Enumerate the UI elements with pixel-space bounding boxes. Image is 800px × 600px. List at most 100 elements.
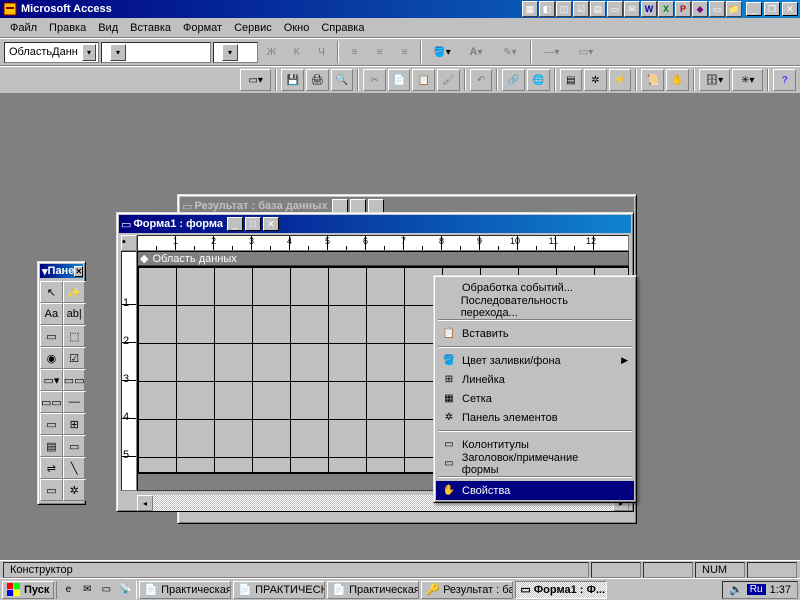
fill-color-button[interactable]: 🪣▾ bbox=[426, 41, 458, 63]
tray-icon[interactable]: ▭ bbox=[607, 1, 623, 17]
chevron-down-icon[interactable]: ▾ bbox=[222, 44, 238, 61]
chevron-down-icon[interactable]: ▾ bbox=[110, 44, 126, 61]
field-list-button[interactable]: ▤ bbox=[560, 69, 583, 91]
taskbar-task[interactable]: 🔑Результат : ба... bbox=[421, 581, 513, 599]
toolbox-titlebar[interactable]: ▾ Пане ✕ bbox=[40, 264, 83, 278]
menu-insert[interactable]: Вставка bbox=[124, 20, 177, 36]
tool-19[interactable]: ✲ bbox=[63, 479, 86, 501]
copy-button[interactable]: 📄 bbox=[388, 69, 411, 91]
taskbar-task[interactable]: 📄ПРАКТИЧЕСК... bbox=[233, 581, 325, 599]
tray-icon[interactable]: ✉ bbox=[624, 1, 640, 17]
menu-edit[interactable]: Правка bbox=[43, 20, 92, 36]
line-width-button[interactable]: —▾ bbox=[536, 41, 568, 63]
tray-icon[interactable]: ◆ bbox=[692, 1, 708, 17]
align-right-button[interactable]: ≡ bbox=[393, 41, 416, 63]
tool-12[interactable]: ▭ bbox=[40, 413, 63, 435]
form-maximize-button[interactable]: □ bbox=[245, 217, 261, 231]
tool-8[interactable]: ▭▾ bbox=[40, 369, 63, 391]
tool-9[interactable]: ▭▭ bbox=[63, 369, 86, 391]
tool-17[interactable]: ╲ bbox=[63, 457, 86, 479]
tool-7[interactable]: ☑ bbox=[63, 347, 86, 369]
chevron-down-icon[interactable]: ▾ bbox=[82, 44, 96, 61]
context-menu-item[interactable]: ✲Панель элементов bbox=[436, 408, 634, 427]
tray-icon[interactable]: ☑ bbox=[573, 1, 589, 17]
save-button[interactable]: 💾 bbox=[281, 69, 304, 91]
bold-button[interactable]: Ж bbox=[260, 41, 283, 63]
db-close-button[interactable]: ✕ bbox=[368, 199, 384, 213]
tool-6[interactable]: ◉ bbox=[40, 347, 63, 369]
code-button[interactable]: 📜 bbox=[641, 69, 664, 91]
tool-0[interactable]: ↖ bbox=[40, 281, 63, 303]
tray-icon[interactable]: ▭ bbox=[709, 1, 725, 17]
view-button[interactable]: ▭▾ bbox=[240, 69, 271, 91]
channels-icon[interactable]: 📡 bbox=[116, 582, 134, 598]
vertical-ruler[interactable]: 12 34 5 bbox=[121, 251, 137, 491]
start-button[interactable]: Пуск bbox=[2, 581, 54, 599]
selector-box[interactable]: ▪ bbox=[121, 235, 137, 251]
font-color-button[interactable]: A▾ bbox=[460, 41, 492, 63]
italic-button[interactable]: К bbox=[285, 41, 308, 63]
context-menu-item[interactable]: Последовательность перехода... bbox=[436, 297, 634, 316]
tool-11[interactable]: — bbox=[63, 391, 86, 413]
detail-section-header[interactable]: ◆ Область данных bbox=[137, 251, 629, 266]
maximize-button[interactable]: ❐ bbox=[764, 2, 780, 16]
context-menu-item[interactable]: ▦Сетка bbox=[436, 389, 634, 408]
tray-icon[interactable]: ▤ bbox=[590, 1, 606, 17]
cut-button[interactable]: ✂ bbox=[363, 69, 386, 91]
form-close-button[interactable]: ✕ bbox=[263, 217, 279, 231]
tool-16[interactable]: ⇌ bbox=[40, 457, 63, 479]
form-minimize-button[interactable]: _ bbox=[227, 217, 243, 231]
horizontal-ruler[interactable]: 123 456 789 101112 bbox=[137, 235, 629, 251]
hyperlink-button[interactable]: 🔗 bbox=[502, 69, 525, 91]
context-menu-item[interactable]: 🪣Цвет заливки/фона▶ bbox=[436, 351, 634, 370]
language-indicator[interactable]: Ru bbox=[747, 584, 766, 595]
tool-14[interactable]: ▤ bbox=[40, 435, 63, 457]
scroll-left-button[interactable]: ◂ bbox=[137, 495, 153, 511]
tool-5[interactable]: ⬚ bbox=[63, 325, 86, 347]
db-minimize-button[interactable]: _ bbox=[332, 199, 348, 213]
size-combo[interactable]: ▾ bbox=[213, 42, 258, 63]
close-button[interactable]: ✕ bbox=[782, 2, 798, 16]
db-window-button[interactable]: 🗄▾ bbox=[699, 69, 730, 91]
paste-button[interactable]: 📋 bbox=[412, 69, 435, 91]
tray-icon[interactable]: X bbox=[658, 1, 674, 17]
help-button[interactable]: ? bbox=[773, 69, 796, 91]
preview-button[interactable]: 🔍 bbox=[331, 69, 354, 91]
menu-format[interactable]: Формат bbox=[177, 20, 228, 36]
tool-4[interactable]: ▭ bbox=[40, 325, 63, 347]
toolbox-close-button[interactable]: ✕ bbox=[74, 266, 83, 277]
new-object-button[interactable]: ✳▾ bbox=[732, 69, 763, 91]
menu-window[interactable]: Окно bbox=[278, 20, 316, 36]
underline-button[interactable]: Ч bbox=[310, 41, 333, 63]
tool-15[interactable]: ▭ bbox=[63, 435, 86, 457]
align-left-button[interactable]: ≡ bbox=[343, 41, 366, 63]
form-window-titlebar[interactable]: ▭ Форма1 : форма _ □ ✕ bbox=[119, 215, 631, 233]
toolbox-button[interactable]: ✲ bbox=[584, 69, 607, 91]
web-button[interactable]: 🌐 bbox=[527, 69, 550, 91]
effect-button[interactable]: ▭▾ bbox=[570, 41, 602, 63]
align-center-button[interactable]: ≡ bbox=[368, 41, 391, 63]
object-combo[interactable]: ОбластьДанн▾ bbox=[4, 42, 99, 63]
menu-view[interactable]: Вид bbox=[92, 20, 124, 36]
menu-file[interactable]: Файл bbox=[4, 20, 43, 36]
desktop-icon[interactable]: ▭ bbox=[97, 582, 115, 598]
print-button[interactable]: 🖨 bbox=[306, 69, 329, 91]
tray-icon[interactable]: W bbox=[641, 1, 657, 17]
tool-13[interactable]: ⊞ bbox=[63, 413, 86, 435]
tool-10[interactable]: ▭▭ bbox=[40, 391, 63, 413]
taskbar-task[interactable]: ▭Форма1 : Ф... bbox=[515, 581, 607, 599]
context-menu-item[interactable]: ✋Свойства bbox=[436, 481, 634, 500]
tray-icon[interactable]: ▦ bbox=[522, 1, 538, 17]
tray-icon[interactable]: P bbox=[675, 1, 691, 17]
db-maximize-button[interactable]: □ bbox=[350, 199, 366, 213]
tray-icon[interactable]: ◧ bbox=[539, 1, 555, 17]
minimize-button[interactable]: _ bbox=[746, 2, 762, 16]
tool-1[interactable]: ✨ bbox=[63, 281, 86, 303]
properties-button[interactable]: ✋ bbox=[666, 69, 689, 91]
tool-3[interactable]: ab| bbox=[63, 303, 86, 325]
font-combo[interactable]: ▾ bbox=[101, 42, 211, 63]
taskbar-task[interactable]: 📄Практическая... bbox=[139, 581, 231, 599]
tool-2[interactable]: Aa bbox=[40, 303, 63, 325]
autoformat-button[interactable]: ⚡ bbox=[609, 69, 632, 91]
tray-icon[interactable]: ◫ bbox=[556, 1, 572, 17]
